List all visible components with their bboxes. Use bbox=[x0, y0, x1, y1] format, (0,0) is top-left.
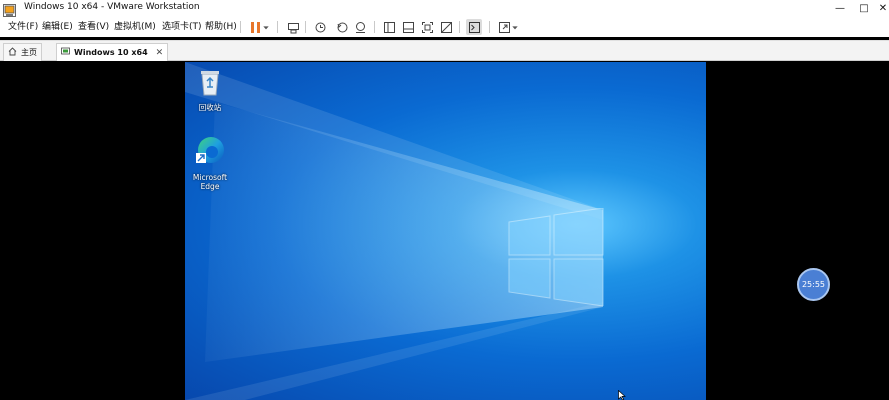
desktop-icon-label: 回收站 bbox=[198, 103, 222, 112]
toolbar-separator bbox=[374, 21, 375, 33]
stretch-dropdown-icon[interactable] bbox=[510, 19, 520, 35]
desktop-icon-edge[interactable]: Microsoft Edge bbox=[185, 135, 235, 191]
recording-timer-badge[interactable]: 25:55 bbox=[797, 268, 830, 301]
guest-desktop[interactable]: 回收站 Microsoft Edge bbox=[185, 62, 706, 400]
tab-close-button[interactable]: ✕ bbox=[156, 48, 164, 58]
menu-tabs[interactable]: 选项卡(T) bbox=[158, 17, 206, 37]
thumbnail-icon[interactable] bbox=[400, 19, 416, 35]
menu-view[interactable]: 查看(V) bbox=[74, 17, 113, 37]
vm-icon bbox=[61, 47, 70, 58]
toolbar-separator bbox=[305, 21, 306, 33]
desktop-icon-recycle-bin[interactable]: 回收站 bbox=[185, 67, 235, 112]
vmware-app-icon bbox=[3, 2, 16, 17]
mouse-cursor-icon bbox=[618, 390, 626, 400]
revert-snapshot-icon[interactable] bbox=[334, 19, 350, 35]
sidebar-icon[interactable] bbox=[381, 19, 397, 35]
dropdown-icon[interactable] bbox=[261, 19, 271, 35]
menu-help[interactable]: 帮助(H) bbox=[201, 17, 241, 37]
menu-edit[interactable]: 编辑(E) bbox=[38, 17, 77, 37]
tab-label: 主页 bbox=[21, 48, 37, 57]
menu-bar: 文件(F) 编辑(E) 查看(V) 虚拟机(M) 选项卡(T) 帮助(H) bbox=[0, 17, 889, 37]
tab-label: Windows 10 x64 bbox=[74, 48, 148, 57]
close-button[interactable]: ✕ bbox=[872, 0, 889, 17]
console-icon[interactable] bbox=[466, 19, 482, 35]
toolbar-separator bbox=[277, 21, 278, 33]
wallpaper-light-beams bbox=[185, 62, 603, 400]
window-title: Windows 10 x64 - VMware Workstation bbox=[24, 2, 200, 12]
toolbar-separator bbox=[489, 21, 490, 33]
menu-file[interactable]: 文件(F) bbox=[4, 17, 42, 37]
tab-bar: 主页 Windows 10 x64 ✕ bbox=[0, 40, 889, 61]
send-keys-icon[interactable] bbox=[285, 19, 301, 35]
unity-icon[interactable] bbox=[438, 19, 454, 35]
toolbar-separator bbox=[240, 21, 241, 33]
toolbar-separator bbox=[459, 21, 460, 33]
menu-vm[interactable]: 虚拟机(M) bbox=[110, 17, 160, 37]
desktop-icon-label: Microsoft Edge bbox=[192, 173, 228, 191]
snapshot-icon[interactable] bbox=[312, 19, 328, 35]
windows-logo bbox=[508, 208, 604, 306]
fullscreen-icon[interactable] bbox=[419, 19, 435, 35]
edge-icon bbox=[194, 135, 226, 171]
title-bar: Windows 10 x64 - VMware Workstation — □ … bbox=[0, 0, 889, 17]
snapshot-manager-icon[interactable] bbox=[352, 19, 368, 35]
tab-home[interactable]: 主页 bbox=[3, 43, 42, 61]
tab-windows-10-x64[interactable]: Windows 10 x64 ✕ bbox=[56, 43, 169, 61]
recycle-bin-icon bbox=[195, 67, 225, 101]
minimize-button[interactable]: — bbox=[829, 0, 851, 17]
home-icon bbox=[8, 47, 17, 58]
